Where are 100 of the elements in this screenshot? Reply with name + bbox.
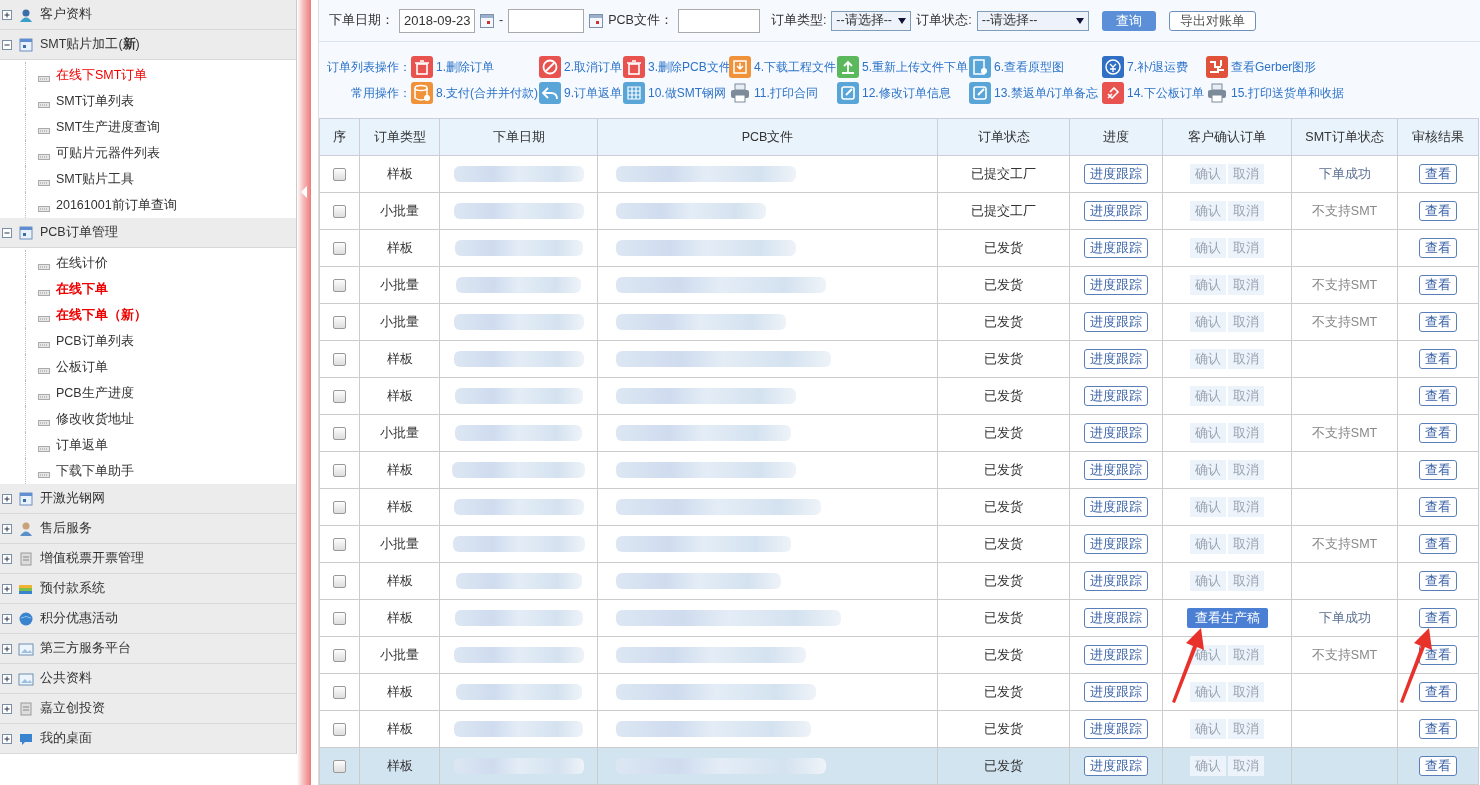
row-checkbox[interactable]: [333, 427, 346, 441]
view-button[interactable]: 查看: [1419, 312, 1457, 332]
row-checkbox[interactable]: [333, 316, 346, 330]
action-link[interactable]: 5.重新上传文件下单: [862, 58, 968, 76]
progress-button[interactable]: 进度跟踪: [1084, 164, 1148, 184]
table-row[interactable]: 样板 已发货 进度跟踪 确认 取消 查看: [319, 747, 1479, 785]
action-link[interactable]: 15.打印送货单和收据: [1231, 84, 1344, 102]
menu-item[interactable]: 在线下SMT订单: [56, 65, 148, 85]
progress-button[interactable]: 进度跟踪: [1084, 238, 1148, 258]
table-row[interactable]: 样板 已发货 进度跟踪 查看生产稿 下单成功 查看: [319, 599, 1479, 637]
menu-item[interactable]: 可贴片元器件列表: [56, 143, 160, 163]
table-row[interactable]: 小批量 已发货 进度跟踪 确认 取消 不支持SMT 查看: [319, 525, 1479, 563]
view-button[interactable]: 查看: [1419, 756, 1457, 776]
text-input[interactable]: [677, 8, 760, 33]
action-link[interactable]: 6.查看原型图: [994, 58, 1064, 76]
action-link[interactable]: 7.补/退运费: [1127, 58, 1189, 76]
view-button[interactable]: 查看: [1419, 534, 1457, 554]
menu-item[interactable]: SMT生产进度查询: [56, 117, 161, 137]
progress-button[interactable]: 进度跟踪: [1084, 460, 1148, 480]
table-row[interactable]: 样板 已发货 进度跟踪 确认 取消 查看: [319, 340, 1479, 378]
view-button[interactable]: 查看: [1419, 571, 1457, 591]
table-row[interactable]: 样板 已发货 进度跟踪 确认 取消 查看: [319, 673, 1479, 711]
table-row[interactable]: 小批量 已发货 进度跟踪 确认 取消 不支持SMT 查看: [319, 266, 1479, 304]
menu-item[interactable]: 在线下单（新）: [56, 305, 147, 325]
table-row[interactable]: 样板 已提交工厂 进度跟踪 确认 取消 下单成功 查看: [319, 155, 1479, 193]
row-checkbox[interactable]: [333, 242, 346, 256]
progress-button[interactable]: 进度跟踪: [1084, 682, 1148, 702]
row-checkbox[interactable]: [333, 464, 346, 478]
row-checkbox[interactable]: [333, 390, 346, 404]
type-select[interactable]: --请选择--: [831, 10, 912, 31]
view-button[interactable]: 查看: [1419, 386, 1457, 406]
row-checkbox[interactable]: [333, 723, 346, 737]
row-checkbox[interactable]: [333, 205, 346, 219]
menu-item[interactable]: PCB生产进度: [56, 383, 134, 403]
progress-button[interactable]: 进度跟踪: [1084, 497, 1148, 517]
menu-item[interactable]: 订单返单: [56, 435, 108, 455]
export-button[interactable]: 导出对账单: [1168, 10, 1256, 31]
menu-item[interactable]: 在线计价: [56, 253, 108, 273]
view-button[interactable]: 查看: [1419, 460, 1457, 480]
view-button[interactable]: 查看: [1419, 164, 1457, 184]
action-link[interactable]: 9.订单返单: [564, 84, 622, 102]
menu-item[interactable]: 在线下单: [56, 279, 108, 299]
menu-item[interactable]: 下载下单助手: [56, 461, 134, 481]
table-row[interactable]: 样板 已发货 进度跟踪 确认 取消 查看: [319, 562, 1479, 600]
menu-item[interactable]: SMT订单列表: [56, 91, 135, 111]
table-row[interactable]: 小批量 已发货 进度跟踪 确认 取消 不支持SMT 查看: [319, 414, 1479, 452]
menu-item[interactable]: PCB订单列表: [56, 331, 134, 351]
view-button[interactable]: 查看: [1419, 497, 1457, 517]
progress-button[interactable]: 进度跟踪: [1084, 756, 1148, 776]
view-button[interactable]: 查看: [1419, 238, 1457, 258]
table-row[interactable]: 小批量 已发货 进度跟踪 确认 取消 不支持SMT 查看: [319, 636, 1479, 674]
action-link[interactable]: 11.打印合同: [754, 84, 818, 102]
progress-button[interactable]: 进度跟踪: [1084, 645, 1148, 665]
menu-item[interactable]: 20161001前订单查询: [56, 195, 177, 215]
progress-button[interactable]: 进度跟踪: [1084, 275, 1148, 295]
row-checkbox[interactable]: [333, 649, 346, 663]
progress-button[interactable]: 进度跟踪: [1084, 608, 1148, 628]
status-select[interactable]: --请选择--: [976, 10, 1089, 31]
progress-button[interactable]: 进度跟踪: [1084, 312, 1148, 332]
row-checkbox[interactable]: [333, 168, 346, 182]
row-checkbox[interactable]: [333, 575, 346, 589]
row-checkbox[interactable]: [333, 353, 346, 367]
table-row[interactable]: 样板 已发货 进度跟踪 确认 取消 查看: [319, 710, 1479, 748]
row-checkbox[interactable]: [333, 501, 346, 515]
date-input[interactable]: [508, 8, 585, 33]
view-button[interactable]: 查看: [1419, 682, 1457, 702]
view-button[interactable]: 查看: [1419, 201, 1457, 221]
progress-button[interactable]: 进度跟踪: [1084, 719, 1148, 739]
row-checkbox[interactable]: [333, 686, 346, 700]
view-draft-button[interactable]: 查看生产稿: [1186, 608, 1268, 628]
table-row[interactable]: 小批量 已提交工厂 进度跟踪 确认 取消 不支持SMT 查看: [319, 192, 1479, 230]
view-button[interactable]: 查看: [1419, 608, 1457, 628]
progress-button[interactable]: 进度跟踪: [1084, 534, 1148, 554]
view-button[interactable]: 查看: [1419, 423, 1457, 443]
action-link[interactable]: 12.修改订单信息: [862, 84, 951, 102]
row-checkbox[interactable]: [333, 279, 346, 293]
action-link[interactable]: 查看Gerber图形: [1231, 58, 1317, 76]
menu-item[interactable]: 修改收货地址: [56, 409, 134, 429]
action-link[interactable]: 8.支付(合并并付款): [436, 84, 538, 102]
action-link[interactable]: 14.下公板订单: [1127, 84, 1204, 102]
row-checkbox[interactable]: [333, 612, 346, 626]
view-button[interactable]: 查看: [1419, 275, 1457, 295]
table-row[interactable]: 样板 已发货 进度跟踪 确认 取消 查看: [319, 229, 1479, 267]
splitter-bar[interactable]: [297, 0, 311, 785]
menu-item[interactable]: SMT贴片工具: [56, 169, 135, 189]
table-row[interactable]: 样板 已发货 进度跟踪 确认 取消 查看: [319, 377, 1479, 415]
progress-button[interactable]: 进度跟踪: [1084, 386, 1148, 406]
query-button[interactable]: 查询: [1101, 10, 1156, 31]
action-link[interactable]: 1.删除订单: [436, 58, 494, 76]
row-checkbox[interactable]: [333, 760, 346, 774]
table-row[interactable]: 样板 已发货 进度跟踪 确认 取消 查看: [319, 488, 1479, 526]
action-link[interactable]: 4.下载工程文件: [754, 58, 836, 76]
view-button[interactable]: 查看: [1419, 349, 1457, 369]
table-row[interactable]: 样板 已发货 进度跟踪 确认 取消 查看: [319, 451, 1479, 489]
progress-button[interactable]: 进度跟踪: [1084, 423, 1148, 443]
progress-button[interactable]: 进度跟踪: [1084, 201, 1148, 221]
table-row[interactable]: 小批量 已发货 进度跟踪 确认 取消 不支持SMT 查看: [319, 303, 1479, 341]
action-link[interactable]: 2.取消订单: [564, 58, 622, 76]
progress-button[interactable]: 进度跟踪: [1084, 349, 1148, 369]
action-link[interactable]: 13.禁返单/订单备忘: [994, 84, 1098, 102]
